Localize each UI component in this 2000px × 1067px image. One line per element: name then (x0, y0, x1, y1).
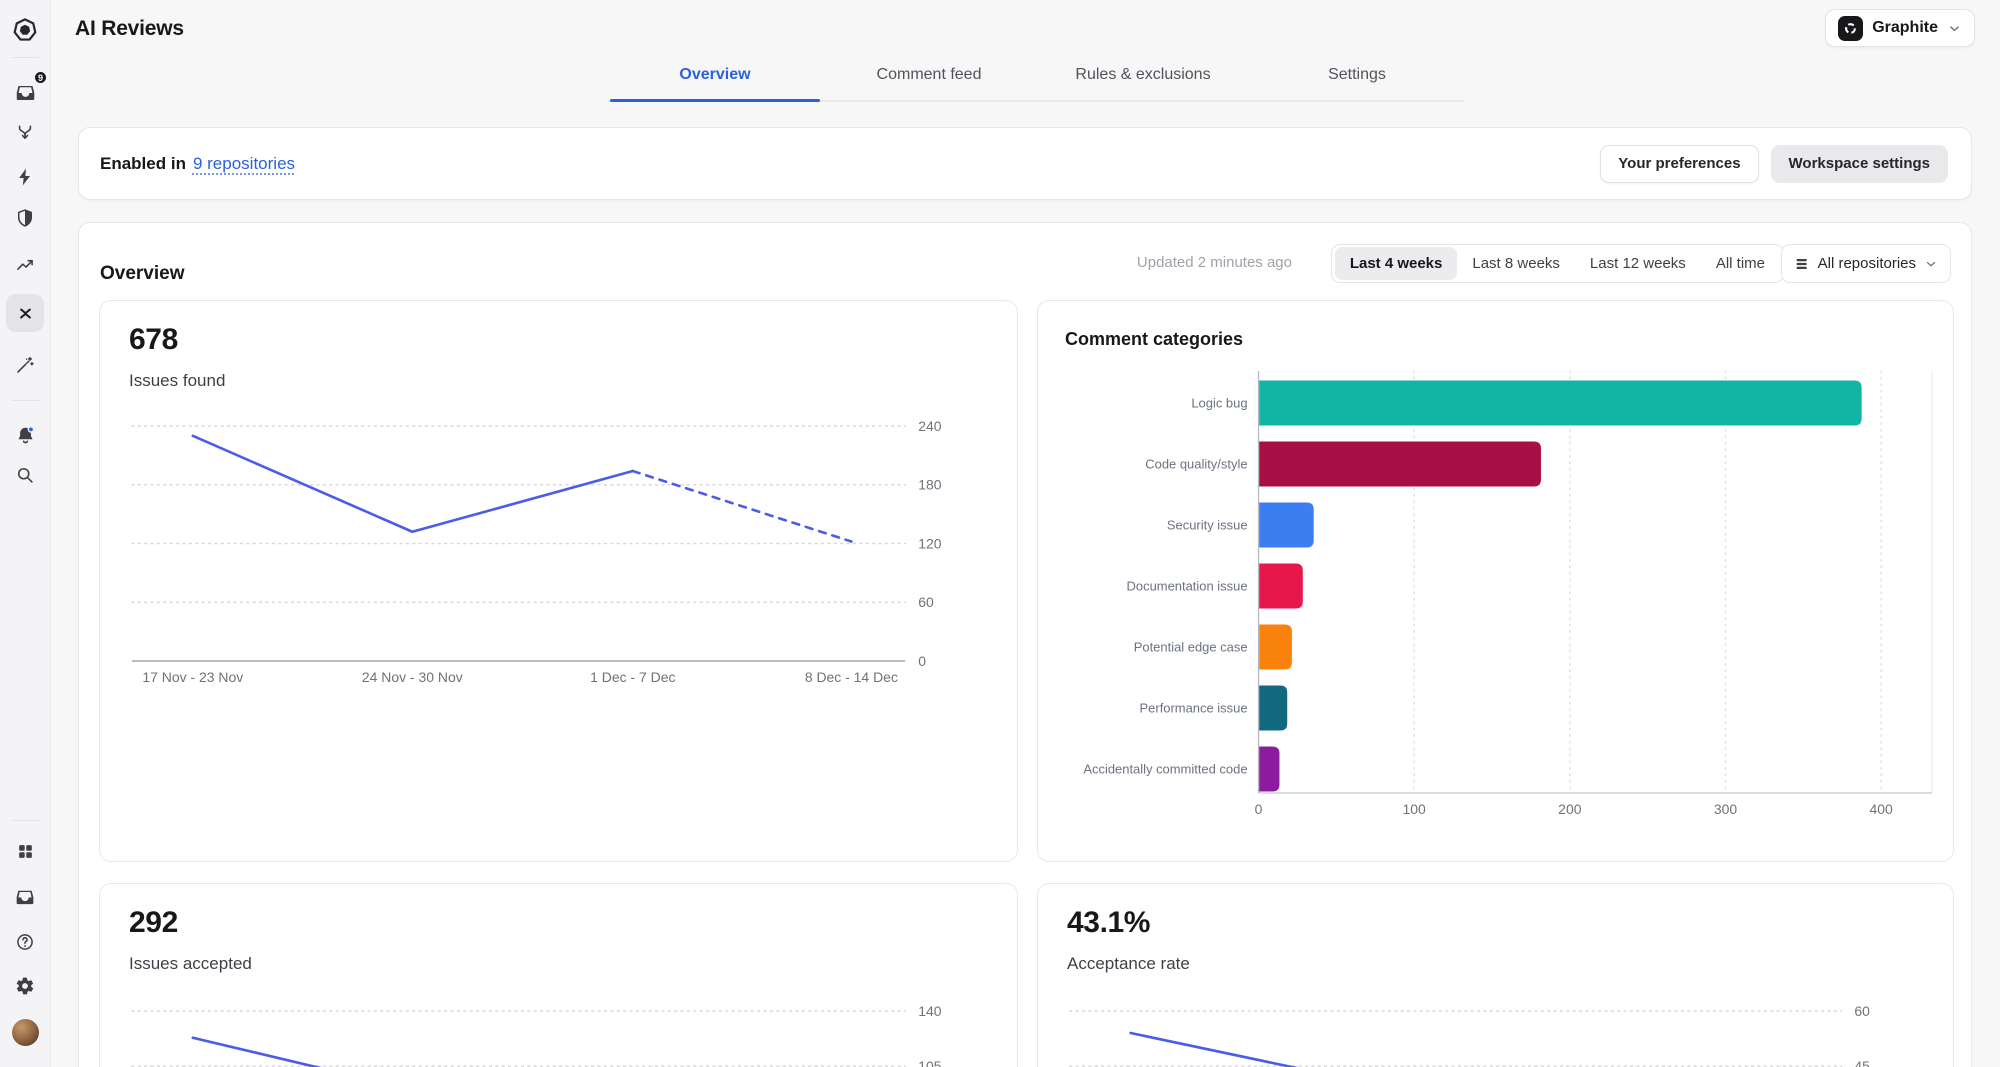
workspace-name: Graphite (1872, 19, 1938, 36)
svg-text:180: 180 (918, 477, 942, 493)
filter-last-4-weeks[interactable]: Last 4 weeks (1334, 247, 1458, 280)
your-preferences-button[interactable]: Your preferences (1600, 144, 1759, 183)
issues-accepted-card: 292 Issues accepted 140 105 (99, 883, 1018, 1067)
sidebar-divider (12, 57, 39, 58)
filter-last-12-weeks[interactable]: Last 12 weeks (1575, 247, 1701, 280)
acceptance-rate-chart: 60 45 (1069, 1003, 1870, 1067)
overview-heading: Overview (100, 262, 185, 284)
svg-text:24 Nov - 30 Nov: 24 Nov - 30 Nov (362, 669, 463, 685)
gear-icon[interactable] (7, 968, 43, 1004)
magic-wand-icon[interactable] (7, 347, 43, 383)
issues-accepted-value: 292 (129, 906, 178, 939)
sidebar-divider (12, 820, 39, 821)
filter-all-time[interactable]: All time (1701, 247, 1780, 280)
issues-found-label: Issues found (129, 371, 226, 390)
apps-grid-icon[interactable] (7, 833, 43, 869)
tab-bar: Overview Comment feed Rules & exclusions… (608, 64, 1464, 102)
sidebar: 9 (0, 0, 51, 1067)
acceptance-rate-card: 43.1% Acceptance rate 60 45 (1037, 883, 1954, 1067)
svg-text:Accidentally committed code: Accidentally committed code (1083, 761, 1247, 776)
svg-text:60: 60 (1854, 1003, 1870, 1019)
svg-text:0: 0 (1255, 801, 1263, 817)
avatar[interactable] (7, 1014, 43, 1050)
search-icon[interactable] (7, 457, 43, 493)
bell-icon[interactable] (7, 417, 43, 453)
svg-text:Performance issue: Performance issue (1140, 700, 1248, 715)
svg-text:120: 120 (918, 535, 942, 551)
svg-text:Security issue: Security issue (1167, 517, 1248, 532)
svg-text:240: 240 (918, 418, 942, 434)
shield-icon[interactable] (7, 200, 43, 236)
time-range-filter: Last 4 weeks Last 8 weeks Last 12 weeks … (1330, 244, 1784, 283)
comment-categories-title: Comment categories (1065, 329, 1244, 349)
graphite-logo-icon[interactable] (7, 12, 43, 48)
svg-text:200: 200 (1558, 801, 1582, 817)
updated-timestamp: Updated 2 minutes ago (1136, 254, 1292, 271)
comment-categories-card: Comment categories 0 100 200 300 400 Logic bu… (1037, 300, 1954, 862)
enabled-repos-banner: Enabled in 9 repositories Your preferenc… (78, 127, 1972, 200)
inbox-icon[interactable]: 9 (7, 70, 48, 110)
acceptance-rate-label: Acceptance rate (1067, 954, 1190, 973)
help-icon[interactable] (7, 924, 43, 960)
lightning-icon[interactable] (7, 159, 43, 195)
svg-text:140: 140 (918, 1003, 942, 1019)
svg-text:Logic bug: Logic bug (1191, 395, 1247, 410)
svg-text:Potential edge case: Potential edge case (1134, 639, 1248, 654)
chevron-down-icon (1926, 261, 1936, 266)
repositories-link[interactable]: 9 repositories (193, 154, 295, 174)
ai-reviews-page: 9 AI Reviews Graphite Overview Comment f… (0, 0, 2000, 1067)
trend-chart-icon[interactable] (7, 247, 43, 283)
svg-text:105: 105 (918, 1058, 942, 1067)
tab-settings[interactable]: Settings (1250, 64, 1464, 102)
svg-text:17 Nov - 23 Nov: 17 Nov - 23 Nov (142, 669, 243, 685)
svg-text:8 Dec - 14 Dec: 8 Dec - 14 Dec (805, 669, 898, 685)
comment-categories-chart: 0 100 200 300 400 Logic bug Code quality/style… (1083, 370, 1933, 817)
ai-reviews-icon[interactable] (6, 294, 44, 332)
workspace-settings-button[interactable]: Workspace settings (1770, 144, 1948, 183)
tab-comment-feed[interactable]: Comment feed (822, 64, 1036, 102)
page-title: AI Reviews (75, 17, 184, 40)
issues-accepted-chart: 140 105 (131, 1003, 942, 1067)
repository-selector[interactable]: All repositories (1780, 244, 1951, 283)
svg-text:45: 45 (1854, 1058, 1870, 1067)
svg-text:Documentation issue: Documentation issue (1127, 578, 1248, 593)
inbox-unread-badge: 9 (33, 70, 48, 85)
repository-selector-label: All repositories (1817, 255, 1916, 272)
tab-overview[interactable]: Overview (608, 64, 822, 102)
workspace-switcher-button[interactable]: Graphite (1825, 9, 1975, 47)
acceptance-rate-value: 43.1% (1067, 906, 1151, 939)
sidebar-divider (12, 400, 39, 401)
svg-text:400: 400 (1870, 801, 1894, 817)
svg-text:0: 0 (918, 653, 926, 669)
graphite-logo-icon (1838, 15, 1864, 41)
svg-text:300: 300 (1714, 801, 1738, 817)
banner-text: Enabled in (100, 153, 186, 173)
merge-icon[interactable] (7, 115, 43, 151)
tab-rules-exclusions[interactable]: Rules & exclusions (1036, 64, 1250, 102)
svg-text:Code quality/style: Code quality/style (1145, 456, 1247, 471)
issues-accepted-label: Issues accepted (129, 954, 252, 973)
chevron-down-icon (1950, 25, 1959, 31)
overview-section: Overview Updated 2 minutes ago Last 4 we… (78, 222, 1972, 1067)
svg-text:1 Dec - 7 Dec: 1 Dec - 7 Dec (590, 669, 675, 685)
rows-icon (1796, 258, 1807, 269)
issues-found-chart: 240 180 120 60 0 17 Nov - 23 Nov 24 Nov - 30 N… (131, 418, 942, 685)
issues-found-value: 678 (129, 323, 178, 356)
svg-text:60: 60 (918, 594, 934, 610)
issues-found-card: 678 Issues found 240 180 120 60 0 17 Nov - 23… (99, 300, 1018, 862)
tray-icon[interactable] (7, 879, 43, 915)
filter-last-8-weeks[interactable]: Last 8 weeks (1457, 247, 1575, 280)
svg-text:100: 100 (1403, 801, 1427, 817)
